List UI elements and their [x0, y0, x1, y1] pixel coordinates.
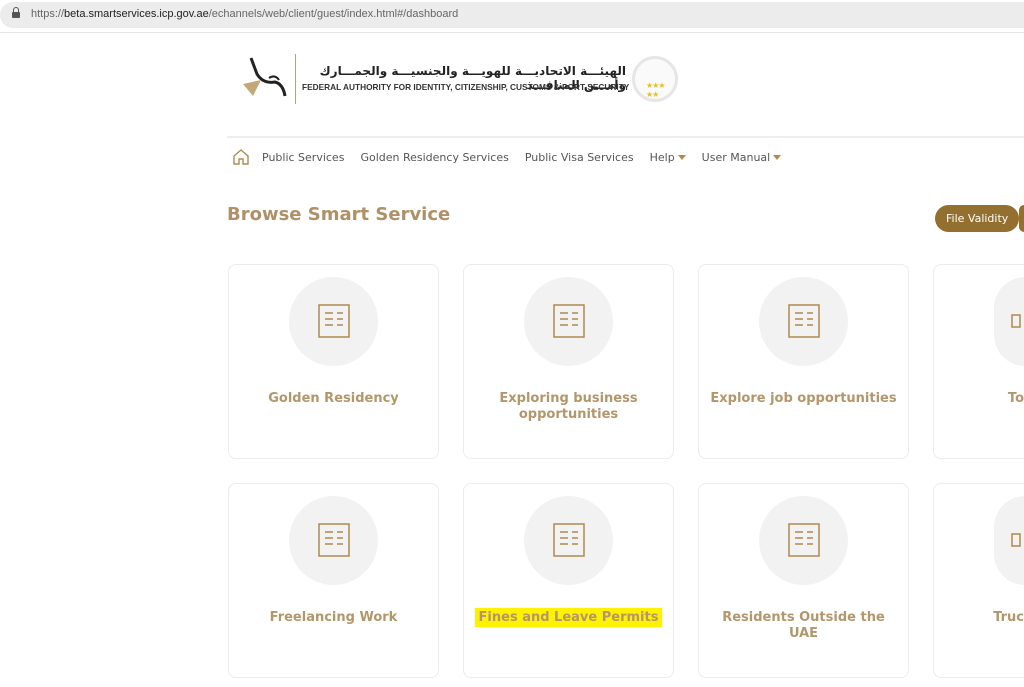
site-header: الهيئـــة الاتحاديـــة للهويـــة والجنسي…: [227, 34, 1024, 138]
logo-english-text: FEDERAL AUTHORITY FOR IDENTITY, CITIZENS…: [302, 82, 630, 92]
service-card-label: To: [1008, 391, 1024, 407]
nav-help[interactable]: Help: [650, 151, 686, 164]
icon-circle: [524, 277, 613, 366]
service-card-label: Truc: [993, 610, 1024, 626]
lock-icon: [12, 7, 20, 19]
nav-public-visa-services[interactable]: Public Visa Services: [525, 151, 634, 164]
service-card-title: Golden Residency: [268, 391, 399, 406]
service-card-label: Freelancing Work: [237, 610, 430, 626]
icon-circle: [524, 496, 613, 585]
page-title: Browse Smart Service: [227, 204, 451, 225]
icon-circle: [289, 496, 378, 585]
service-card[interactable]: Truc: [933, 483, 1024, 678]
nav-help-label: Help: [649, 150, 675, 164]
service-card-title: Freelancing Work: [269, 610, 398, 625]
service-card-title: Explore job opportunities: [710, 391, 897, 406]
caret-down-icon: [677, 155, 686, 160]
icon-circle: [994, 496, 1024, 585]
service-card[interactable]: Exploring business opportunities: [463, 264, 674, 459]
file-validity-button[interactable]: File Validity: [935, 205, 1020, 232]
url-text[interactable]: https://beta.smartservices.icp.gov.ae/ec…: [31, 8, 458, 20]
logo-divider: [295, 54, 296, 104]
icon-circle: [759, 277, 848, 366]
service-card-label: Golden Residency: [237, 391, 430, 407]
service-card-label: Fines and Leave Permits: [472, 608, 665, 627]
service-card-label: Exploring business opportunities: [472, 391, 665, 423]
nav-public-services[interactable]: Public Services: [262, 151, 344, 164]
home-icon[interactable]: [232, 148, 250, 166]
service-card-label: Residents Outside the UAE: [707, 610, 900, 642]
service-card-title: Fines and Leave Permits: [474, 608, 663, 627]
falcon-logo-icon[interactable]: [239, 54, 289, 104]
main-nav: Public Services Golden Residency Service…: [232, 148, 797, 166]
service-card[interactable]: Residents Outside the UAE: [698, 483, 909, 678]
service-card-title: Truc: [993, 610, 1024, 625]
caret-down-icon: [773, 155, 782, 160]
nav-user-manual[interactable]: User Manual: [702, 151, 782, 164]
icon-circle: [759, 496, 848, 585]
service-card[interactable]: Fines and Leave Permits: [463, 483, 674, 678]
nav-user-manual-label: User Manual: [701, 150, 771, 164]
icon-circle: [994, 277, 1024, 366]
service-card[interactable]: To: [933, 264, 1024, 459]
icon-circle: [289, 277, 378, 366]
nav-golden-residency-services[interactable]: Golden Residency Services: [360, 151, 508, 164]
address-bar[interactable]: https://beta.smartservices.icp.gov.ae/ec…: [0, 2, 1024, 28]
seal-logo-icon: ★★★ ★★: [632, 56, 678, 102]
service-card-label: Explore job opportunities: [707, 391, 900, 407]
service-card[interactable]: Explore job opportunities: [698, 264, 909, 459]
more-button[interactable]: [1019, 205, 1024, 232]
service-card[interactable]: Freelancing Work: [228, 483, 439, 678]
service-card-title: To: [1007, 391, 1024, 406]
service-card[interactable]: Golden Residency: [228, 264, 439, 459]
service-card-title: Residents Outside the UAE: [722, 610, 885, 641]
service-card-title: Exploring business opportunities: [499, 391, 638, 422]
divider: [0, 32, 1024, 33]
